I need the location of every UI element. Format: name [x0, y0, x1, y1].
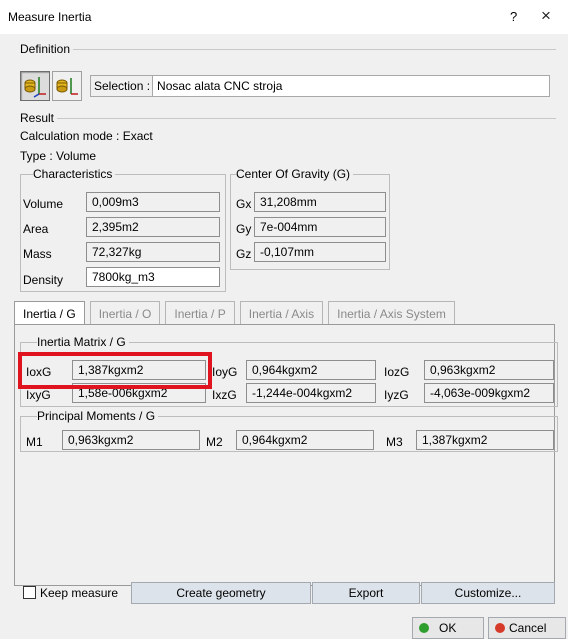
characteristics-label: Characteristics [33, 167, 116, 181]
result-label: Result [20, 111, 58, 125]
ixyg-label: IxyG [26, 388, 51, 402]
mass-field: 72,327kg [86, 242, 220, 262]
gy-field: 7e-004mm [254, 217, 386, 237]
volume-field: 0,009m3 [86, 192, 220, 212]
definition-label: Definition [20, 42, 74, 56]
keep-measure-label: Keep measure [40, 586, 119, 600]
keep-measure-checkbox[interactable] [23, 586, 36, 599]
close-button[interactable]: × [541, 6, 551, 26]
window-title: Measure Inertia [8, 10, 92, 24]
tab-inertia-g[interactable]: Inertia / G [14, 301, 85, 325]
create-geometry-button[interactable]: Create geometry [131, 582, 311, 604]
iozg-label: IozG [384, 365, 410, 379]
dialog-body: Definition Selection : Nosac alata CNC s… [0, 34, 568, 639]
gy-label: Gy [236, 222, 252, 236]
highlight-box [18, 352, 212, 389]
mass-label: Mass [23, 247, 52, 261]
cancel-label: Cancel [509, 621, 547, 635]
cancel-status-icon [495, 623, 505, 633]
measure-inertia-3d-icon[interactable] [20, 71, 50, 101]
gx-label: Gx [236, 197, 252, 211]
ioyg-field: 0,964kgxm2 [246, 360, 376, 380]
inertia-tabs: Inertia / G Inertia / O Inertia / P Iner… [14, 301, 460, 325]
ixzg-field: -1,244e-004kgxm2 [246, 383, 376, 403]
export-button[interactable]: Export [312, 582, 420, 604]
selection-label: Selection : [91, 76, 154, 96]
volume-label: Volume [23, 197, 64, 211]
m1-label: M1 [26, 435, 43, 449]
ok-button[interactable]: OK [412, 617, 484, 639]
gx-field: 31,208mm [254, 192, 386, 212]
definition-rule [70, 49, 556, 50]
principal-moments-label: Principal Moments / G [37, 409, 159, 423]
m1-field: 0,963kgxm2 [62, 430, 200, 450]
m3-label: M3 [386, 435, 403, 449]
iyzg-field: -4,063e-009kgxm2 [424, 383, 554, 403]
ixzg-label: IxzG [212, 388, 237, 402]
iyzg-label: IyzG [384, 388, 409, 402]
help-button[interactable]: ? [510, 9, 517, 24]
result-type: Type : Volume [20, 149, 97, 163]
tab-inertia-axis[interactable]: Inertia / Axis [239, 301, 324, 325]
selection-field[interactable]: Selection : Nosac alata CNC stroja [90, 75, 550, 97]
ok-status-icon [419, 623, 429, 633]
tab-inertia-axis-system[interactable]: Inertia / Axis System [328, 301, 455, 325]
cog-label: Center Of Gravity (G) [236, 167, 354, 181]
result-rule [56, 118, 556, 119]
m2-label: M2 [206, 435, 223, 449]
customize-button[interactable]: Customize... [421, 582, 555, 604]
ok-label: OK [439, 621, 457, 635]
calculation-mode: Calculation mode : Exact [20, 129, 153, 143]
title-bar: Measure Inertia ? × [0, 0, 568, 34]
m3-field: 1,387kgxm2 [416, 430, 554, 450]
selection-value: Nosac alata CNC stroja [157, 79, 283, 93]
inertia-matrix-label: Inertia Matrix / G [37, 335, 129, 349]
area-label: Area [23, 222, 49, 236]
area-field: 2,395m2 [86, 217, 220, 237]
density-field[interactable]: 7800kg_m3 [86, 267, 220, 287]
gz-label: Gz [236, 247, 252, 261]
tab-inertia-p[interactable]: Inertia / P [165, 301, 235, 325]
ioyg-label: IoyG [212, 365, 238, 379]
density-label: Density [23, 273, 64, 287]
m2-field: 0,964kgxm2 [236, 430, 374, 450]
iozg-field: 0,963kgxm2 [424, 360, 554, 380]
cancel-button[interactable]: Cancel [488, 617, 566, 639]
tab-inertia-o[interactable]: Inertia / O [89, 301, 161, 325]
measure-inertia-2d-icon[interactable] [52, 71, 82, 101]
gz-field: -0,107mm [254, 242, 386, 262]
